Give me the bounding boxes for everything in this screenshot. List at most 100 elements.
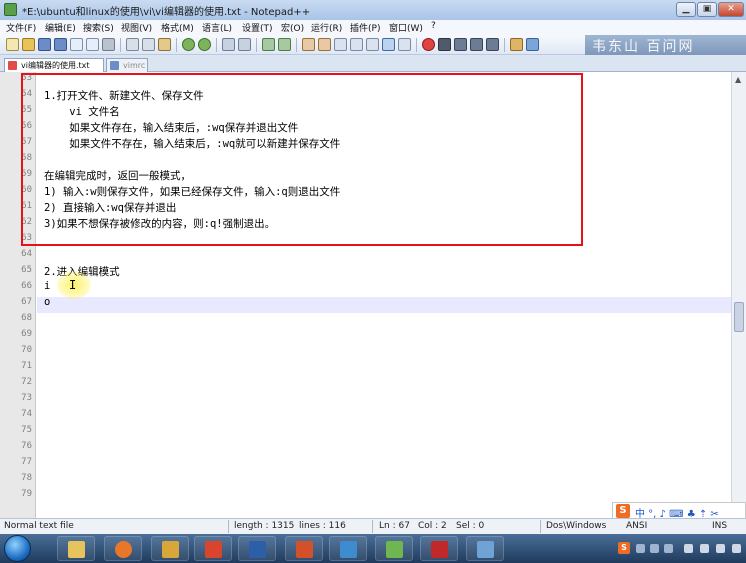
line-number: 71: [21, 361, 32, 371]
status-separator: [372, 520, 373, 533]
find-icon[interactable]: [222, 38, 235, 51]
plugin-icon[interactable]: [510, 38, 523, 51]
run-macro-multiple-icon[interactable]: [470, 38, 483, 51]
restore-button[interactable]: ▣: [697, 2, 717, 17]
replace-icon[interactable]: [238, 38, 251, 51]
status-bar: Normal text file length : 1315 lines : 1…: [0, 518, 746, 534]
mouse-ibeam-cursor: I: [69, 278, 77, 292]
sync-scroll-icon[interactable]: [302, 38, 315, 51]
status-separator: [540, 520, 541, 533]
paste-icon[interactable]: [158, 38, 171, 51]
play-macro-icon[interactable]: [454, 38, 467, 51]
taskbar-powerpoint[interactable]: [285, 536, 323, 561]
menu-window[interactable]: 窗口(W): [389, 21, 423, 34]
copy-icon[interactable]: [142, 38, 155, 51]
menu-file[interactable]: 文件(F): [6, 21, 36, 34]
toolbar-separator: [416, 38, 417, 52]
close-file-icon[interactable]: [70, 38, 83, 51]
vertical-scrollbar[interactable]: ▲: [731, 72, 746, 518]
menu-help[interactable]: ?: [431, 21, 436, 31]
line-number: 78: [21, 473, 32, 483]
status-insert-mode: INS: [712, 521, 728, 531]
indent-guide-icon[interactable]: [366, 38, 379, 51]
show-desktop-icon[interactable]: [732, 544, 741, 553]
close-button[interactable]: ✕: [718, 2, 744, 17]
sogou-tray-icon[interactable]: S: [618, 542, 630, 554]
line-number: 65: [21, 265, 32, 275]
doc-map-icon[interactable]: [398, 38, 411, 51]
line-number: 74: [21, 409, 32, 419]
status-selection: Sel : 0: [456, 521, 485, 531]
menu-settings[interactable]: 设置(T): [242, 21, 273, 34]
tab-vi-editor-usage[interactable]: vi编辑器的使用.txt: [4, 58, 104, 72]
line-number: 77: [21, 457, 32, 467]
cut-icon[interactable]: [126, 38, 139, 51]
open-file-icon[interactable]: [22, 38, 35, 51]
taskbar-recorder[interactable]: [420, 536, 458, 561]
tab-label: vimrc: [123, 61, 146, 70]
menu-run[interactable]: 运行(R): [311, 21, 342, 34]
menu-macro[interactable]: 宏(O): [281, 21, 304, 34]
tab-vimrc[interactable]: vimrc: [106, 58, 148, 72]
powerpoint-icon: [296, 541, 313, 558]
flag-icon[interactable]: [700, 544, 709, 553]
word-wrap-icon[interactable]: [334, 38, 347, 51]
saved-file-icon: [110, 61, 119, 70]
taskbar-word[interactable]: [238, 536, 276, 561]
taskbar-app-blue[interactable]: [466, 536, 504, 561]
record-macro-icon[interactable]: [422, 38, 435, 51]
minimize-button[interactable]: ▁: [676, 2, 696, 17]
print-icon[interactable]: [102, 38, 115, 51]
tray-icon[interactable]: [650, 544, 659, 553]
taskbar-notepad-plus-plus[interactable]: [375, 536, 413, 561]
menu-format[interactable]: 格式(M): [161, 21, 194, 34]
tray-icon[interactable]: [664, 544, 673, 553]
system-tray: S: [612, 534, 746, 563]
menu-language[interactable]: 语言(L): [202, 21, 232, 34]
save-macro-icon[interactable]: [486, 38, 499, 51]
scroll-up-arrow-icon[interactable]: ▲: [735, 75, 741, 84]
taskbar-pdf[interactable]: [194, 536, 232, 561]
menu-edit[interactable]: 编辑(E): [45, 21, 76, 34]
menu-plugins[interactable]: 插件(P): [350, 21, 380, 34]
language-icon[interactable]: [382, 38, 395, 51]
status-eol-format: Dos\Windows: [546, 521, 607, 531]
close-all-icon[interactable]: [86, 38, 99, 51]
start-button-icon[interactable]: [4, 535, 31, 562]
show-all-chars-icon[interactable]: [350, 38, 363, 51]
save-icon[interactable]: [38, 38, 51, 51]
network-icon[interactable]: [684, 544, 693, 553]
code-line: o: [44, 296, 51, 308]
toolbar-separator: [256, 38, 257, 52]
taskbar-app[interactable]: [151, 536, 189, 561]
volume-icon[interactable]: [716, 544, 725, 553]
toolbar-separator: [120, 38, 121, 52]
new-file-icon[interactable]: [6, 38, 19, 51]
app-icon: [162, 541, 179, 558]
status-column: Col : 2: [418, 521, 447, 531]
stop-macro-icon[interactable]: [438, 38, 451, 51]
text-editor[interactable]: 53 54 1.打开文件、新建文件、保存文件 55 vi 文件名 56 如果文件存在，输…: [0, 72, 746, 518]
menu-search[interactable]: 搜索(S): [83, 21, 114, 34]
menu-view[interactable]: 视图(V): [121, 21, 152, 34]
status-line-number: Ln : 67: [379, 521, 410, 531]
pdf-icon: [205, 541, 222, 558]
undo-icon[interactable]: [182, 38, 195, 51]
scrollbar-thumb[interactable]: [734, 302, 744, 332]
line-number: 75: [21, 425, 32, 435]
taskbar-firefox[interactable]: [104, 536, 142, 561]
taskbar-app-y[interactable]: [329, 536, 367, 561]
taskbar-explorer[interactable]: [57, 536, 95, 561]
zoom-in-icon[interactable]: [262, 38, 275, 51]
save-all-icon[interactable]: [54, 38, 67, 51]
window-title: *E:\ubuntu和linux的使用\vi\vi编辑器的使用.txt - No…: [22, 7, 311, 18]
tray-icon[interactable]: [636, 544, 645, 553]
zoom-out-icon[interactable]: [278, 38, 291, 51]
sync-horizontal-icon[interactable]: [318, 38, 331, 51]
annotation-red-box: [21, 73, 583, 246]
sogou-ime-logo[interactable]: S: [616, 504, 630, 518]
toolbar-separator: [216, 38, 217, 52]
folder-icon: [68, 541, 85, 558]
redo-icon[interactable]: [198, 38, 211, 51]
spell-check-icon[interactable]: [526, 38, 539, 51]
